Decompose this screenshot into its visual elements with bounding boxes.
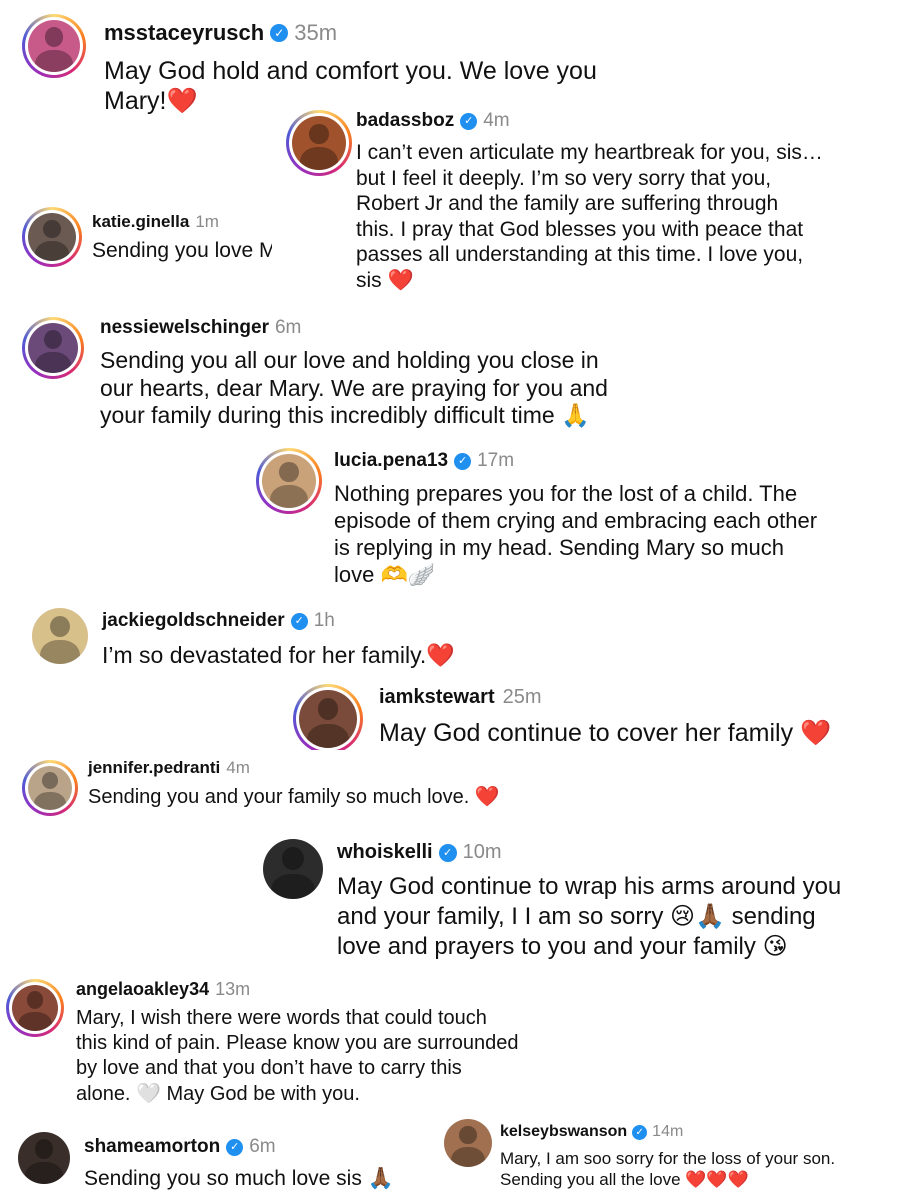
crying-praying-emoji: 😢🙏🏾 xyxy=(670,901,725,930)
comment-text: Mary, I am soo sorry for the loss of you… xyxy=(500,1149,836,1191)
kiss-emoji: 😘 xyxy=(762,931,788,960)
comment-card: angelaoakley34 13m Mary, I wish there we… xyxy=(0,965,600,1115)
user-avatar[interactable] xyxy=(22,317,84,379)
comment-text: Nothing prepares you for the lost of a c… xyxy=(334,481,818,589)
username[interactable]: whoiskelli xyxy=(337,841,433,864)
username[interactable]: lucia.pena13 xyxy=(334,450,448,472)
comment-header: badassboz ✓ 4m xyxy=(356,110,510,132)
comment-text: May God continue to cover her family ❤️ xyxy=(379,718,832,747)
timestamp: 17m xyxy=(477,450,515,471)
username[interactable]: badassboz xyxy=(356,110,454,132)
user-avatar[interactable] xyxy=(32,608,88,664)
timestamp: 6m xyxy=(249,1136,276,1157)
white-heart-emoji: 🤍 xyxy=(136,1081,161,1105)
comment-card: jackiegoldschneider ✓ 1h I’m so devastat… xyxy=(0,600,560,682)
comment-text: Sending you and your family so much love… xyxy=(88,784,500,808)
user-avatar[interactable] xyxy=(18,1132,70,1184)
comment-header: msstaceyrusch ✓ 35m xyxy=(104,20,337,46)
timestamp: 35m xyxy=(294,20,338,45)
username[interactable]: angelaoakley34 xyxy=(76,979,209,1000)
timestamp: 1h xyxy=(313,610,335,631)
username[interactable]: nessiewelschinger xyxy=(100,317,269,339)
red-heart-emoji: ❤️ xyxy=(426,643,455,669)
comment-text: Mary, I wish there were words that could… xyxy=(76,1007,519,1105)
comment-header: jennifer.pedranti 4m xyxy=(88,758,250,778)
user-avatar[interactable] xyxy=(286,110,352,176)
red-heart-emoji: ❤️ xyxy=(474,784,500,808)
comment-card: iamkstewart 25m May God continue to cove… xyxy=(285,680,900,760)
comment-header: shameamorton ✓ 6m xyxy=(84,1136,276,1158)
comment-header: iamkstewart 25m xyxy=(379,686,542,709)
user-avatar[interactable] xyxy=(444,1119,492,1167)
comment-card: kelseybswanson ✓ 14m Mary, I am soo sorr… xyxy=(440,1115,900,1200)
username[interactable]: msstaceyrusch xyxy=(104,20,264,46)
comment-card: nessiewelschinger 6m Sending you all our… xyxy=(0,305,700,440)
comment-text: I’m so devastated for her family.❤️ xyxy=(102,642,455,669)
user-avatar[interactable] xyxy=(263,839,323,899)
username[interactable]: katie.ginella xyxy=(92,212,189,232)
comment-card: badassboz ✓ 4m I can’t even articulate m… xyxy=(272,90,900,305)
user-avatar[interactable] xyxy=(256,448,322,514)
verified-badge-icon: ✓ xyxy=(632,1124,648,1140)
user-avatar[interactable] xyxy=(6,979,64,1037)
timestamp: 6m xyxy=(274,317,302,338)
comment-card: shameamorton ✓ 6m Sending you so much lo… xyxy=(0,1120,440,1200)
user-avatar[interactable] xyxy=(22,760,78,816)
user-avatar[interactable] xyxy=(293,684,363,754)
praying-hands-emoji: 🙏🏾 xyxy=(367,1166,394,1190)
username[interactable]: kelseybswanson xyxy=(500,1123,627,1141)
comment-card: lucia.pena13 ✓ 17m Nothing prepares you … xyxy=(250,440,900,600)
red-heart-emoji: ❤️❤️❤️ xyxy=(685,1170,749,1191)
verified-badge-icon: ✓ xyxy=(270,24,289,42)
red-heart-emoji: ❤️ xyxy=(387,268,414,293)
comment-header: angelaoakley34 13m xyxy=(76,979,250,1000)
timestamp: 13m xyxy=(215,979,251,999)
user-avatar[interactable] xyxy=(22,207,82,267)
comment-header: whoiskelli ✓ 10m xyxy=(337,841,502,864)
timestamp: 4m xyxy=(483,110,510,131)
comment-text: Sending you all our love and holding you… xyxy=(100,347,608,430)
comment-header: lucia.pena13 ✓ 17m xyxy=(334,450,514,472)
verified-badge-icon: ✓ xyxy=(454,452,472,470)
timestamp: 4m xyxy=(226,758,250,777)
timestamp: 1m xyxy=(195,212,219,231)
comment-header: katie.ginella 1m xyxy=(92,212,219,232)
timestamp: 10m xyxy=(462,841,502,863)
comment-header: jackiegoldschneider ✓ 1h xyxy=(102,610,335,632)
red-heart-emoji: ❤️ xyxy=(166,86,198,115)
username[interactable]: jackiegoldschneider xyxy=(102,610,285,632)
username[interactable]: shameamorton xyxy=(84,1136,220,1158)
verified-badge-icon: ✓ xyxy=(226,1138,244,1156)
comment-card: jennifer.pedranti 4m Sending you and you… xyxy=(0,750,560,830)
comment-card: whoiskelli ✓ 10m May God continue to wra… xyxy=(255,835,900,965)
praying-hands-emoji: 🙏 xyxy=(561,403,590,430)
red-heart-emoji: ❤️ xyxy=(800,718,832,747)
comment-text: I can’t even articulate my heartbreak fo… xyxy=(356,141,823,293)
verified-badge-icon: ✓ xyxy=(438,843,457,862)
comment-header: nessiewelschinger 6m xyxy=(100,317,301,339)
heart-hands-emoji: 🫶🪽 xyxy=(380,563,436,589)
comment-header: kelseybswanson ✓ 14m xyxy=(500,1123,683,1141)
verified-badge-icon: ✓ xyxy=(460,112,478,130)
comment-text: Sending you so much love sis 🙏🏾 xyxy=(84,1166,394,1190)
username[interactable]: jennifer.pedranti xyxy=(88,758,220,778)
timestamp: 14m xyxy=(652,1123,684,1140)
user-avatar[interactable] xyxy=(22,14,86,78)
verified-badge-icon: ✓ xyxy=(290,612,308,630)
timestamp: 25m xyxy=(502,686,542,708)
username[interactable]: iamkstewart xyxy=(379,686,495,709)
comment-text: May God continue to wrap his arms around… xyxy=(337,873,842,960)
